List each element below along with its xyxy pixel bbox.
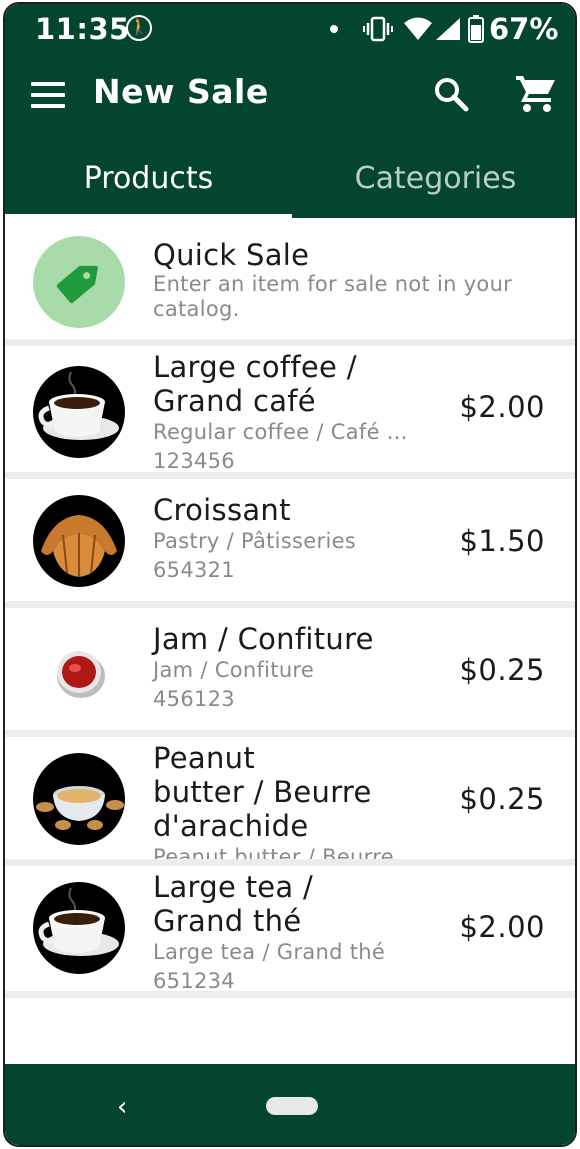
vibrate-icon <box>363 16 393 42</box>
cell-signal-icon <box>436 18 460 40</box>
quick-sale-avatar <box>33 236 125 328</box>
notification-dot-icon <box>330 25 338 33</box>
quick-sale-title: Quick Sale <box>153 238 310 272</box>
product-name: Peanut <box>153 741 255 775</box>
phone-frame: 11:35 🚶 67% New Sale Products Categories… <box>3 2 577 1147</box>
list-item[interactable]: Large tea / Grand thé Large tea / Grand … <box>5 866 575 998</box>
product-name: butter / Beurre <box>153 775 372 809</box>
product-name: Croissant <box>153 493 291 527</box>
product-category: Peanut butter / Beurre <box>153 845 394 866</box>
back-chevron-icon[interactable]: ‹ <box>117 1092 127 1122</box>
list-empty-space <box>5 999 575 1064</box>
tag-icon <box>56 265 98 304</box>
product-name: Large coffee / <box>153 350 357 384</box>
croissant-icon <box>33 495 125 587</box>
menu-icon[interactable] <box>31 82 65 108</box>
quick-sale-description: Enter an item for sale not in your <box>153 272 513 296</box>
status-time: 11:35 <box>35 12 130 46</box>
product-name: d'arachide <box>153 809 309 843</box>
app-bar: New Sale <box>5 56 575 140</box>
list-item[interactable]: Large coffee / Grand café Regular coffee… <box>5 346 575 479</box>
quick-sale-row[interactable]: Quick Sale Enter an item for sale not in… <box>5 218 575 346</box>
product-list: Quick Sale Enter an item for sale not in… <box>5 218 575 998</box>
list-item[interactable]: Jam / Confiture Jam / Confiture 456123 $… <box>5 608 575 737</box>
product-name: Grand café <box>153 384 316 418</box>
product-sku: 123456 <box>153 449 235 473</box>
quick-sale-text: Quick Sale Enter an item for sale not in… <box>153 238 553 322</box>
search-icon[interactable] <box>433 76 469 112</box>
product-text: Large coffee / Grand café Regular coffee… <box>153 350 408 473</box>
product-name: Grand thé <box>153 904 302 938</box>
page-title: New Sale <box>93 72 269 111</box>
product-name: Jam / Confiture <box>153 622 374 656</box>
product-sku: 456123 <box>153 687 235 711</box>
product-category: Pastry / Pâtisseries <box>153 529 357 553</box>
status-bar: 11:35 🚶 67% <box>5 4 575 56</box>
product-price: $2.00 <box>459 390 545 424</box>
product-price: $1.50 <box>459 524 545 558</box>
tab-bar: Products Categories <box>5 140 575 218</box>
product-name: Large tea / <box>153 870 314 904</box>
accessibility-walk-icon: 🚶 <box>126 15 152 41</box>
system-nav-bar: ‹ <box>5 1064 575 1145</box>
product-text: Peanut butter / Beurre d'arachide Peanut… <box>153 741 394 866</box>
wifi-icon <box>404 17 432 40</box>
cart-icon[interactable] <box>515 72 557 114</box>
home-pill-button[interactable] <box>266 1097 318 1115</box>
product-price: $2.00 <box>459 910 545 944</box>
list-item[interactable]: Peanut butter / Beurre d'arachide Peanut… <box>5 737 575 866</box>
product-category: Regular coffee / Café ... <box>153 420 408 444</box>
product-sku: 654321 <box>153 558 235 582</box>
product-category: Large tea / Grand thé <box>153 940 386 964</box>
product-sku: 651234 <box>153 969 235 993</box>
battery-percentage: 67% <box>489 12 559 46</box>
coffee-cup-icon <box>33 366 125 458</box>
product-category: Jam / Confiture <box>153 658 315 682</box>
product-text: Jam / Confiture Jam / Confiture 456123 <box>153 622 374 714</box>
product-text: Croissant Pastry / Pâtisseries 654321 <box>153 493 356 585</box>
tab-products[interactable]: Products <box>5 140 292 218</box>
peanut-butter-icon <box>33 753 125 845</box>
list-item[interactable]: Croissant Pastry / Pâtisseries 654321 $1… <box>5 479 575 608</box>
product-price: $0.25 <box>459 782 545 816</box>
product-price: $0.25 <box>459 653 545 687</box>
tab-categories[interactable]: Categories <box>292 140 575 218</box>
tea-cup-icon <box>33 882 125 974</box>
quick-sale-description: catalog. <box>153 297 240 321</box>
battery-icon <box>468 15 484 43</box>
product-text: Large tea / Grand thé Large tea / Grand … <box>153 870 386 993</box>
jam-cup-icon <box>33 624 125 716</box>
